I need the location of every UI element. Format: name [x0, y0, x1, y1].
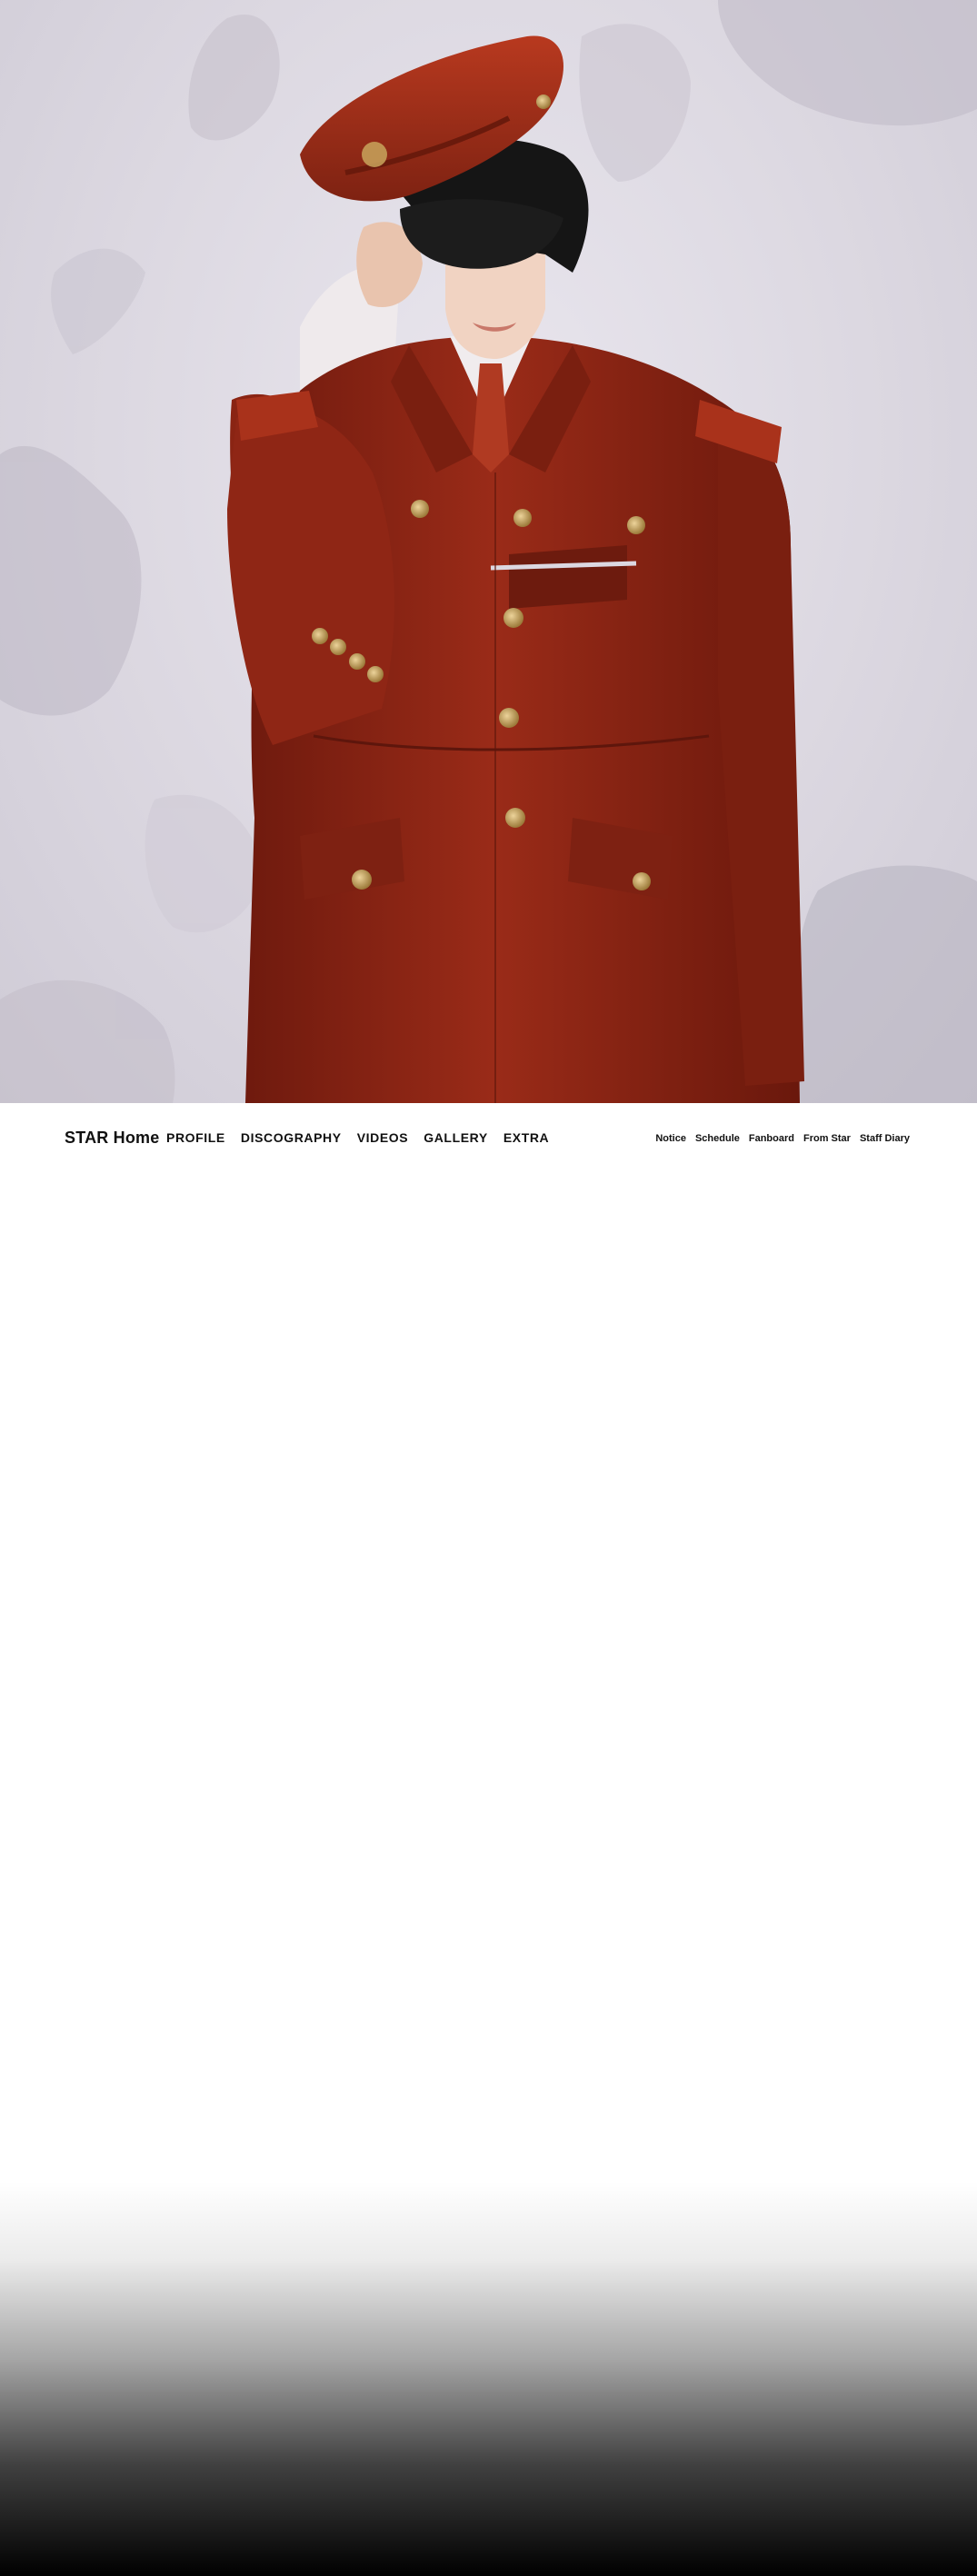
main-content-area [0, 1176, 977, 2181]
nav-item-profile[interactable]: PROFILE [166, 1130, 225, 1145]
site-header: STAR Home PROFILE DISCOGRAPHY VIDEOS GAL… [0, 1103, 977, 1176]
nav-item-staff-diary[interactable]: Staff Diary [860, 1133, 910, 1144]
secondary-navigation: Notice Schedule Fanboard From Star Staff… [655, 1133, 910, 1144]
nav-item-fanboard[interactable]: Fanboard [749, 1133, 794, 1144]
nav-item-notice[interactable]: Notice [655, 1133, 686, 1144]
nav-item-discography[interactable]: DISCOGRAPHY [241, 1130, 342, 1145]
nav-item-from-star[interactable]: From Star [803, 1133, 851, 1144]
hero-portrait-image [0, 0, 977, 1103]
main-navigation: PROFILE DISCOGRAPHY VIDEOS GALLERY EXTRA [166, 1130, 549, 1145]
footer-gradient [0, 2181, 977, 2576]
hero-banner [0, 0, 977, 1103]
nav-item-schedule[interactable]: Schedule [695, 1133, 740, 1144]
nav-item-gallery[interactable]: GALLERY [424, 1130, 488, 1145]
nav-item-videos[interactable]: VIDEOS [357, 1130, 409, 1145]
brand-logo-link[interactable]: STAR Home [65, 1129, 159, 1148]
nav-item-extra[interactable]: EXTRA [503, 1130, 549, 1145]
page: STAR Home PROFILE DISCOGRAPHY VIDEOS GAL… [0, 0, 977, 2576]
